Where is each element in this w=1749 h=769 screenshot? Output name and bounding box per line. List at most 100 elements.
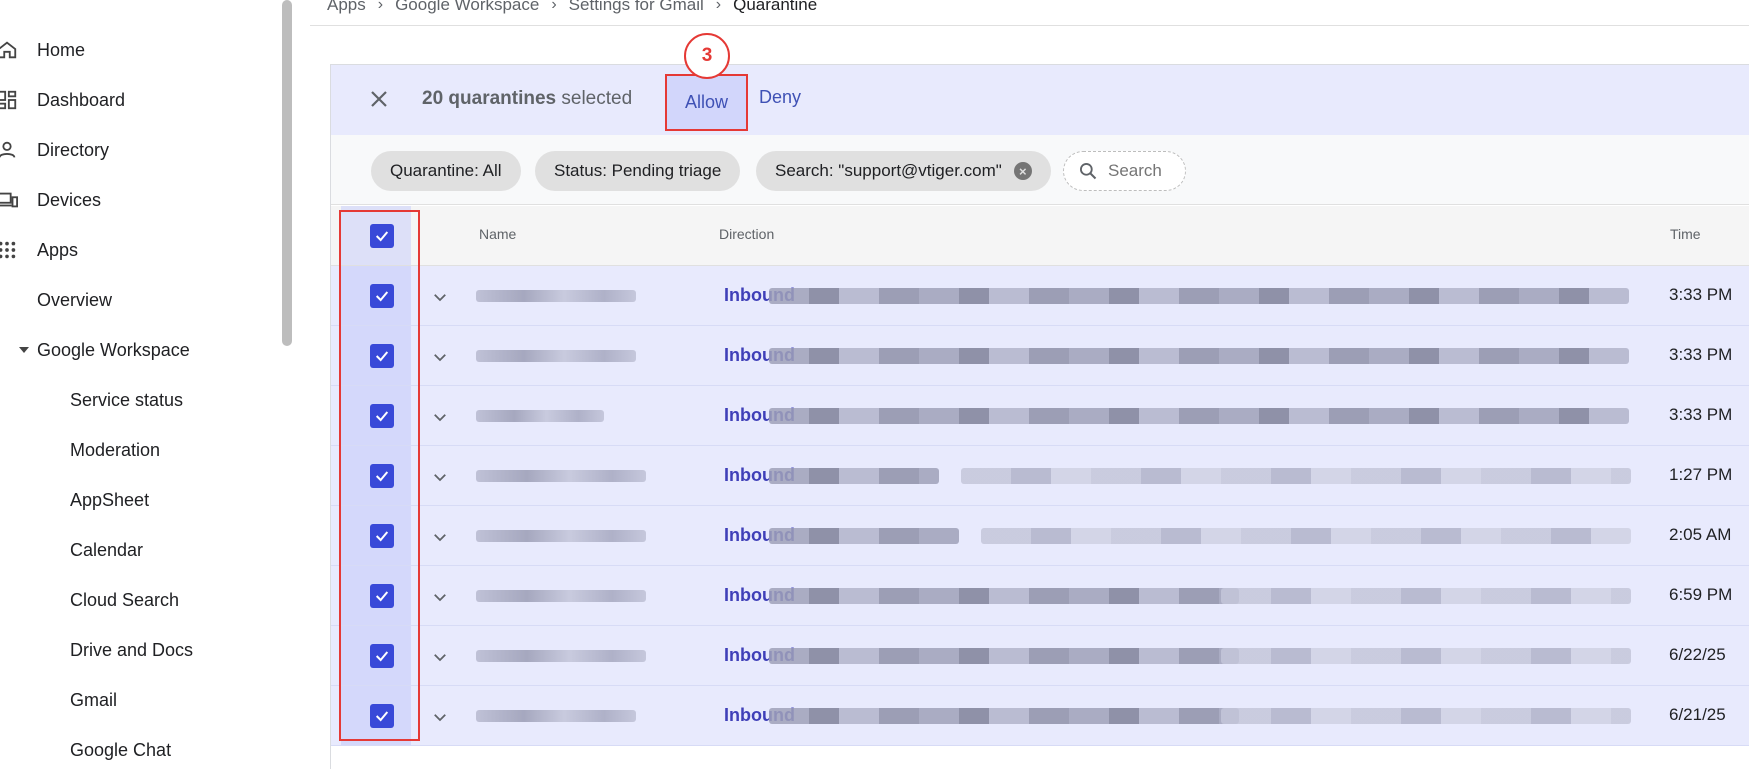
clear-chip-icon[interactable]: × [1013,162,1032,180]
table-row[interactable]: Inbound 3:33 PM [331,326,1749,386]
filter-chip-status[interactable]: Status: Pending triage [535,151,741,191]
apps-grid-icon [0,237,20,263]
breadcrumb-apps[interactable]: Apps [327,0,366,15]
select-all-checkbox[interactable] [370,224,394,248]
row-checkbox[interactable] [370,524,394,548]
redacted-subject [1221,708,1631,724]
chevron-down-icon[interactable] [431,588,449,611]
chevron-down-icon[interactable] [431,288,449,311]
chevron-down-icon[interactable] [431,708,449,731]
table-row[interactable]: Inbound 3:33 PM [331,266,1749,326]
filter-bar: Quarantine: All Status: Pending triage S… [331,135,1749,205]
filter-chip-label: Quarantine: All [390,161,502,180]
redacted-name [476,290,636,302]
table-body: Inbound 3:33 PM Inbound 3:33 PM Inbound 3:33 … [331,266,1749,746]
quarantine-panel: 20 quarantines selected Allow Deny Quara… [330,33,1749,769]
column-header-name[interactable]: Name [479,226,516,242]
row-checkbox[interactable] [370,284,394,308]
redacted-subject [769,288,1629,304]
chevron-down-icon[interactable] [431,408,449,431]
redacted-subject [769,648,1239,664]
person-icon [0,137,20,163]
table-row[interactable]: Inbound 1:27 PM [331,446,1749,506]
search-input[interactable]: Search [1063,151,1186,191]
chevron-right-icon: › [715,0,722,13]
table-row[interactable]: Inbound 2:05 AM [331,506,1749,566]
step-badge: 3 [684,33,730,79]
filter-chip-search[interactable]: Search: "support@vtiger.com" × [756,151,1051,191]
row-checkbox[interactable] [370,704,394,728]
redacted-name [476,590,646,602]
chevron-down-icon[interactable] [431,528,449,551]
chevron-right-icon: › [551,0,557,13]
row-checkbox[interactable] [370,404,394,428]
check-icon [375,531,389,542]
time-label: 3:33 PM [1669,345,1733,364]
sidebar-item-label: Service status [70,389,184,410]
sidebar-item-label: Calendar [70,539,144,560]
sidebar-item-label: Dashboard [37,89,126,110]
redacted-subject [981,528,1631,544]
allow-button[interactable]: Allow [665,74,748,131]
column-header-time[interactable]: Time [1670,226,1701,242]
filter-chip-quarantine[interactable]: Quarantine: All [371,151,521,191]
redacted-name [476,530,646,542]
selection-count-number: 20 quarantines [422,88,557,109]
column-header-direction[interactable]: Direction [719,226,774,242]
row-checkbox[interactable] [370,464,394,488]
table-row[interactable]: Inbound 6:59 PM [331,566,1749,626]
table-row[interactable]: Inbound 6/21/25 [331,686,1749,746]
table-header: Name Direction Time [331,206,1749,266]
chevron-right-icon: › [377,0,384,13]
close-icon[interactable] [367,87,391,111]
row-checkbox[interactable] [370,344,394,368]
breadcrumb-quarantine: Quarantine [733,0,818,14]
check-icon [375,711,389,722]
redacted-name [476,410,604,422]
time-label: 6/21/25 [1669,705,1726,724]
sidebar-item-label: Overview [37,289,113,310]
chevron-down-icon[interactable] [431,348,449,371]
filter-chip-label: Status: Pending triage [554,161,722,180]
breadcrumb: Apps › Google Workspace › Settings for G… [327,0,817,15]
sidebar-item-label: Cloud Search [70,589,180,610]
sidebar-item-label: Google Workspace [37,339,190,360]
redacted-subject [769,408,1629,424]
chevron-down-icon[interactable] [431,648,449,671]
breadcrumb-settings-for-gmail[interactable]: Settings for Gmail [569,0,704,15]
row-checkbox[interactable] [370,644,394,668]
devices-icon [0,187,20,213]
redacted-subject [769,348,1629,364]
check-icon [375,471,389,482]
home-icon [0,37,20,63]
deny-button[interactable]: Deny [759,87,801,108]
sidebar-item-label: Google Chat [70,739,172,760]
table-row[interactable]: Inbound 3:33 PM [331,386,1749,446]
redacted-subject [769,468,939,484]
time-label: 6/22/25 [1669,645,1726,664]
selection-count: 20 quarantines selected [422,88,632,110]
sidebar: Home Dashboard Directory Devices Apps Ov… [0,0,292,769]
check-icon [375,231,389,242]
redacted-subject [769,588,1239,604]
check-icon [375,651,389,662]
time-label: 2:05 AM [1669,525,1732,544]
selection-action-bar: 20 quarantines selected Allow Deny [331,65,1749,135]
row-checkbox[interactable] [370,584,394,608]
sidebar-scrollbar[interactable] [282,0,292,346]
breadcrumb-google-workspace[interactable]: Google Workspace [395,0,539,15]
chevron-down-icon[interactable] [431,468,449,491]
sidebar-item-label: Apps [37,239,79,260]
redacted-subject [769,528,959,544]
dashboard-icon [0,87,20,113]
check-icon [375,411,389,422]
redacted-subject [1221,588,1631,604]
redacted-name [476,350,636,362]
redacted-name [476,650,646,662]
filter-chip-label: Search: "support@vtiger.com" [775,161,1002,180]
check-icon [375,351,389,362]
quarantine-page: Home Dashboard Directory Devices Apps Ov… [0,0,1749,769]
sidebar-item-label: Devices [37,189,102,210]
table-row[interactable]: Inbound 6/22/25 [331,626,1749,686]
time-label: 6:59 PM [1669,585,1733,604]
